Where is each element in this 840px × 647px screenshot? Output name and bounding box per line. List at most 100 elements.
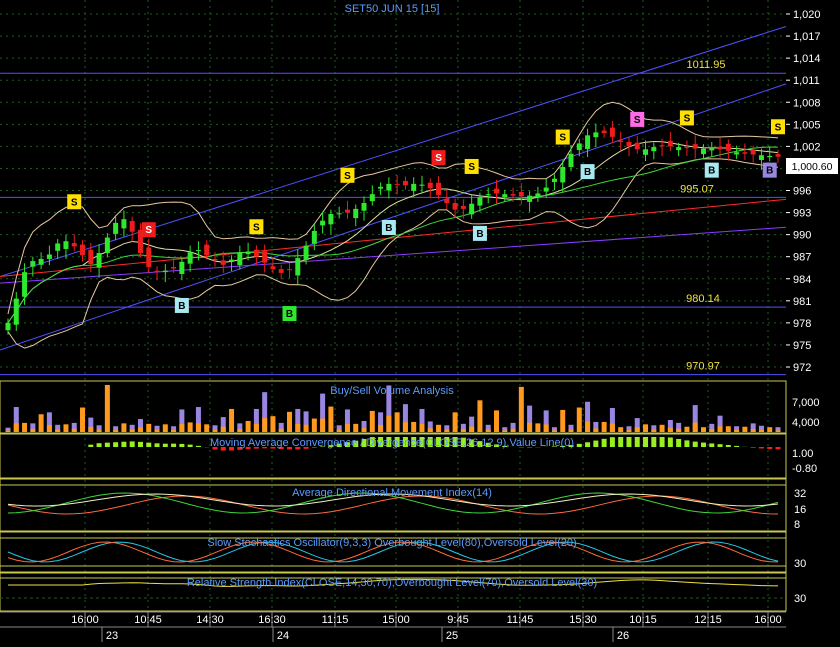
candle-body	[469, 203, 475, 215]
time-label: 10:45	[134, 614, 162, 626]
time-label: 14:30	[196, 614, 224, 626]
channel-line	[0, 198, 787, 278]
adx-panel-title: Average Directional Movement Index(14)	[292, 487, 492, 499]
volume-bar-buy	[220, 426, 226, 432]
sell-signal-label: S	[684, 113, 691, 124]
time-label: 15:00	[382, 614, 410, 626]
candle-body	[129, 221, 135, 232]
candle-body	[411, 183, 417, 191]
candle-body	[576, 143, 582, 151]
volume-bar	[394, 412, 400, 432]
volume-bar-buy	[361, 428, 367, 432]
price-tick-label: 987	[793, 252, 811, 264]
volume-bar-buy	[13, 423, 19, 432]
candle-body	[659, 145, 665, 147]
candle-body	[709, 148, 715, 151]
volume-bar-buy	[667, 427, 673, 432]
sell-signal-label: S	[468, 162, 475, 173]
candle-body	[287, 269, 293, 271]
volume-bar-buy	[336, 429, 342, 432]
buy-signal-label: B	[584, 167, 591, 178]
buy-signal-label: B	[385, 223, 392, 234]
candle-body	[700, 148, 706, 155]
channel-line	[0, 26, 787, 278]
time-label: 16:00	[754, 614, 782, 626]
candle-body	[444, 198, 450, 204]
candle-body	[253, 249, 259, 257]
volume-bar	[146, 423, 152, 432]
buy-signal-label: B	[286, 309, 293, 320]
rsi-tick-30: 30	[794, 593, 806, 605]
candle-body	[344, 209, 350, 213]
volume-bar-buy	[262, 418, 268, 432]
volume-bar	[535, 423, 541, 432]
candle-body	[195, 250, 201, 252]
candle-body	[643, 149, 649, 155]
candle-body	[734, 152, 740, 155]
volume-bar-buy	[195, 423, 201, 432]
volume-bar	[436, 424, 442, 432]
volume-tick-4000: 4,000	[792, 417, 820, 429]
volume-bar	[452, 412, 458, 432]
candle-body	[328, 214, 334, 225]
volume-bar-buy	[378, 425, 384, 432]
price-tick-label: 1,014	[793, 53, 821, 65]
rsi-panel-title: Relative Strength Index(CLOSE,14,30,70),…	[187, 577, 597, 589]
volume-bar-buy	[278, 428, 284, 432]
volume-bar-buy	[295, 423, 301, 432]
volume-bar	[601, 421, 607, 432]
candle-body	[767, 155, 773, 158]
candle-body	[750, 150, 756, 155]
candle-body	[485, 194, 491, 196]
price-axis: 1,0201,0171,0141,0111,0081,0051,00299999…	[786, 9, 821, 374]
volume-bar-buy	[527, 422, 533, 432]
candle-body	[601, 130, 607, 134]
time-label: 11:15	[322, 614, 349, 626]
upper-band	[7, 101, 779, 315]
volume-bar	[643, 424, 649, 432]
last-price-label: 1,000.60	[792, 161, 833, 173]
candle-body	[229, 259, 235, 262]
candle-body	[262, 251, 268, 263]
candle-body	[593, 132, 599, 138]
volume-bar-buy	[585, 421, 591, 432]
candle-body	[560, 166, 566, 183]
volume-bar-buy	[96, 429, 102, 432]
volume-bar	[493, 410, 499, 432]
lower-band	[7, 158, 779, 349]
volume-bar	[659, 424, 665, 432]
volume-bar	[684, 426, 690, 432]
adx-tick-8: 8	[794, 519, 800, 531]
volume-bar	[560, 409, 566, 432]
candle-body	[237, 252, 243, 266]
volume-bar	[742, 426, 748, 432]
candle-body	[394, 183, 400, 185]
adx-tick-16: 16	[794, 504, 806, 516]
volume-bar-buy	[568, 429, 574, 432]
candle-body	[626, 141, 632, 147]
rsi-panel: Relative Strength Index(CLOSE,14,30,70),…	[0, 572, 806, 612]
volume-bar	[63, 424, 69, 432]
candle-body	[758, 155, 764, 160]
date-label: 23	[106, 630, 118, 642]
macd-panel-title: Moving Average Convergence / Divergence(…	[210, 437, 574, 449]
candle-body	[386, 183, 392, 191]
volume-bar-buy	[402, 422, 408, 432]
price-level-label: 980.14	[686, 293, 720, 305]
candle-body	[477, 197, 483, 206]
channel-line	[0, 226, 787, 284]
candle-body	[452, 203, 458, 210]
price-grid	[0, 0, 786, 611]
candle-body	[22, 272, 28, 297]
chart-svg: 1011.95 995.07 980.14 970.97 S S S S S S S S S S B B B B…	[0, 0, 838, 642]
price-tick-label: 990	[793, 230, 811, 242]
candle-body	[113, 222, 119, 234]
buy-signal-label: B	[766, 166, 773, 177]
volume-bar	[618, 427, 624, 432]
candle-body	[651, 147, 657, 152]
candle-body	[278, 269, 284, 273]
volume-bar-buy	[444, 429, 450, 432]
candle-body	[88, 249, 94, 265]
trend-channels	[0, 26, 787, 351]
volume-bar-buy	[593, 428, 599, 432]
